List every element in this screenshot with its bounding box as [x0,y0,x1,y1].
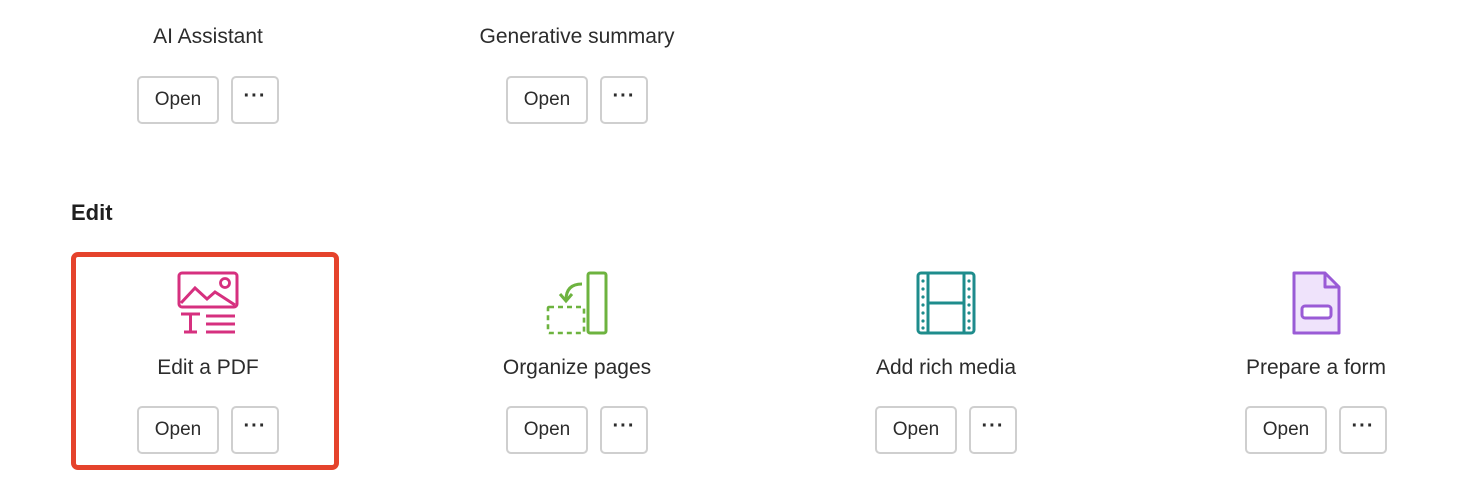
more-options-button[interactable]: ··· [1339,406,1387,454]
tool-label: Generative summary [479,25,675,48]
more-options-button[interactable]: ··· [231,406,279,454]
open-button[interactable]: Open [137,406,219,454]
tool-label: Edit a PDF [157,356,259,379]
open-button[interactable]: Open [137,76,219,124]
tool-actions: Open ··· [427,406,727,454]
tool-actions: Open ··· [796,406,1096,454]
more-options-button[interactable]: ··· [969,406,1017,454]
tool-label: Add rich media [875,356,1017,379]
section-title-edit: Edit [71,200,113,225]
tools-panel: AI Assistant Open ··· Generative summary… [0,0,1464,489]
tool-label: Prepare a form [1245,356,1387,379]
tool-actions: Open ··· [427,76,727,124]
tool-label: AI Assistant [153,25,263,48]
tool-actions: Open ··· [1166,406,1464,454]
more-options-button[interactable]: ··· [231,76,279,124]
organize-pages-icon [542,270,612,340]
prepare-form-icon [1281,270,1351,340]
more-options-button[interactable]: ··· [600,406,648,454]
open-button[interactable]: Open [1245,406,1327,454]
open-button[interactable]: Open [506,76,588,124]
tool-actions: Open ··· [58,76,358,124]
tool-actions: Open ··· [58,406,358,454]
open-button[interactable]: Open [875,406,957,454]
more-options-button[interactable]: ··· [600,76,648,124]
edit-pdf-icon [173,270,243,340]
tool-label: Organize pages [502,356,652,379]
open-button[interactable]: Open [506,406,588,454]
rich-media-icon [911,270,981,340]
